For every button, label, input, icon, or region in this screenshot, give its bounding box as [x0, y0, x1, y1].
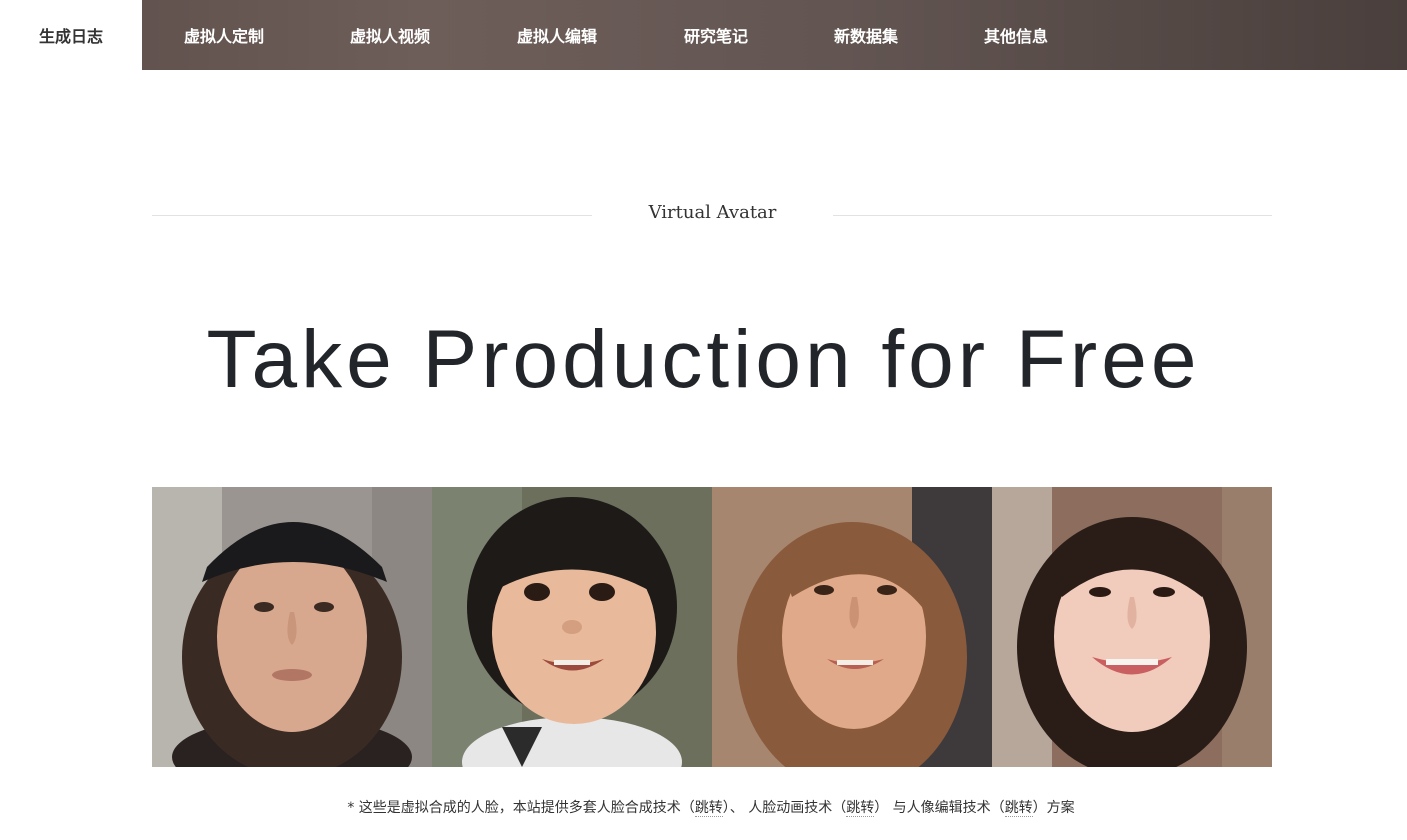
nav-item-avatar-custom[interactable]: 虚拟人定制 [142, 0, 306, 70]
caption-text-mid1: ）、 人脸动画技术（ [722, 800, 847, 816]
caption-link-face-synthesis[interactable]: 跳转 [694, 800, 723, 817]
hero-title: Take Production for Free [206, 314, 1201, 405]
face-image-woman-cap [152, 487, 432, 767]
caption-text-mid2: ） 与人像编辑技术（ [874, 800, 1005, 816]
nav-item-research-notes[interactable]: 研究笔记 [640, 0, 792, 70]
nav-item-avatar-edit[interactable]: 虚拟人编辑 [474, 0, 640, 70]
face-image-child [432, 487, 712, 767]
nav-item-avatar-video[interactable]: 虚拟人视频 [306, 0, 474, 70]
nav-item-generation-log[interactable]: 生成日志 [0, 0, 142, 70]
caption: * 这些是虚拟合成的人脸，本站提供多套人脸合成技术（跳转）、 人脸动画技术（跳转… [0, 797, 1407, 817]
face-image-woman-brown-hair [712, 487, 992, 767]
nav-item-new-dataset[interactable]: 新数据集 [792, 0, 940, 70]
section-title: Virtual Avatar [648, 202, 777, 223]
caption-text-suffix: ）方案 [1032, 800, 1075, 816]
divider-left [152, 215, 592, 216]
nav-item-other-info[interactable]: 其他信息 [940, 0, 1092, 70]
face-gallery [152, 487, 1272, 767]
top-navbar: 生成日志 虚拟人定制 虚拟人视频 虚拟人编辑 研究笔记 新数据集 其他信息 [0, 0, 1407, 70]
caption-link-portrait-edit[interactable]: 跳转 [1004, 800, 1033, 817]
divider-right [833, 215, 1272, 216]
caption-link-face-animation[interactable]: 跳转 [846, 800, 875, 817]
face-image-woman-smiling [992, 487, 1272, 767]
caption-text-prefix: * 这些是虚拟合成的人脸，本站提供多套人脸合成技术（ [347, 800, 695, 816]
section-header: Virtual Avatar [152, 200, 1272, 230]
